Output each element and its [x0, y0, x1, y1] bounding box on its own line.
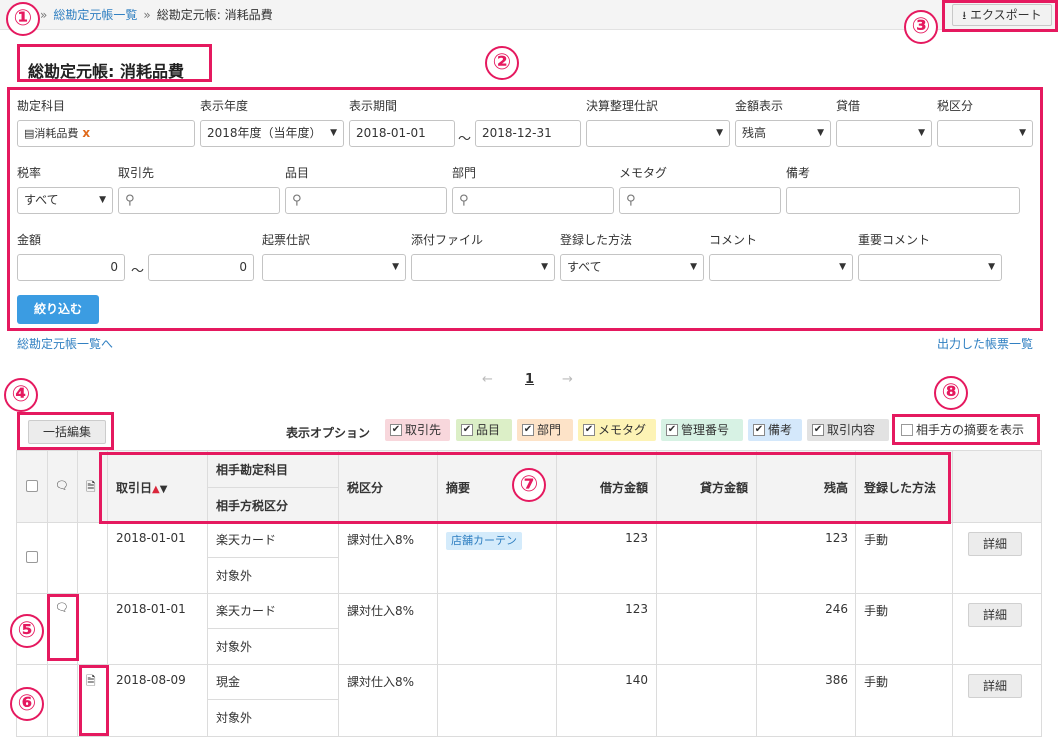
- row-balance: 123: [825, 531, 848, 545]
- row-tax: 課対仕入8%: [347, 675, 415, 689]
- row-date: 2018-01-01: [116, 602, 186, 616]
- attachment-icon: 🗎: [86, 480, 96, 494]
- row-balance: 386: [825, 673, 848, 687]
- breadcrumb-current: 総勘定元帳: 消耗品費: [156, 8, 273, 22]
- row-counter-account: 楽天カード: [216, 533, 277, 547]
- row-debit: 123: [625, 531, 648, 545]
- prev-page-icon[interactable]: ←: [482, 372, 493, 387]
- checkbox-checked[interactable]: ✔: [812, 424, 824, 436]
- row-tax: 課対仕入8%: [347, 533, 415, 547]
- breadcrumb-sep: »: [40, 8, 48, 22]
- row-method: 手動: [864, 533, 889, 547]
- annotation-2: ②: [485, 46, 519, 80]
- highlight-filters: [7, 87, 1043, 331]
- option-memo-tag[interactable]: ✔ メモタグ: [578, 419, 656, 441]
- highlight-export: [942, 0, 1058, 32]
- breadcrumb-ledger-list[interactable]: 総勘定元帳一覧: [53, 8, 137, 22]
- page-number[interactable]: 1: [525, 372, 534, 387]
- row-date: 2018-01-01: [116, 531, 186, 545]
- row-debit: 123: [625, 602, 648, 616]
- option-transaction-content[interactable]: ✔ 取引内容: [807, 419, 889, 441]
- row-tax: 課対仕入8%: [347, 604, 415, 618]
- annotation-5: ⑤: [10, 614, 44, 648]
- display-options-label: 表示オプション: [286, 426, 371, 440]
- annotation-6: ⑥: [10, 687, 44, 721]
- checkbox-checked[interactable]: ✔: [666, 424, 678, 436]
- row-method: 手動: [864, 604, 889, 618]
- option-partner[interactable]: ✔ 取引先: [385, 419, 450, 441]
- checkbox-checked[interactable]: ✔: [753, 424, 765, 436]
- highlight-title: [17, 44, 212, 82]
- breadcrumb-sep: »: [143, 8, 151, 22]
- breadcrumb: ート»総勘定元帳一覧»総勘定元帳: 消耗品費: [10, 6, 273, 23]
- annotation-8: ⑧: [934, 376, 968, 410]
- output-reports-link[interactable]: 出力した帳票一覧: [937, 335, 1033, 352]
- row-debit: 140: [625, 673, 648, 687]
- option-department[interactable]: ✔ 部門: [517, 419, 573, 441]
- row-date: 2018-08-09: [116, 673, 186, 687]
- detail-button[interactable]: 詳細: [968, 674, 1022, 698]
- option-remarks[interactable]: ✔ 備考: [748, 419, 802, 441]
- row-counter-tax: 対象外: [216, 569, 253, 583]
- checkbox-checked[interactable]: ✔: [522, 424, 534, 436]
- row-balance: 246: [825, 602, 848, 616]
- annotation-7: ⑦: [512, 468, 546, 502]
- option-management-number[interactable]: ✔ 管理番号: [661, 419, 743, 441]
- highlight-bulk-edit: [17, 412, 114, 450]
- row-method: 手動: [864, 675, 889, 689]
- detail-button[interactable]: 詳細: [968, 532, 1022, 556]
- row-counter-tax: 対象外: [216, 711, 253, 725]
- pagination: ← 1 →: [480, 372, 580, 390]
- ledger-list-link[interactable]: 総勘定元帳一覧へ: [17, 335, 113, 352]
- annotation-1: ①: [6, 2, 40, 36]
- row-counter-account: 現金: [216, 675, 241, 689]
- detail-button[interactable]: 詳細: [968, 603, 1022, 627]
- annotation-4: ④: [4, 378, 38, 412]
- checkbox-checked[interactable]: ✔: [390, 424, 402, 436]
- row-checkbox[interactable]: [26, 551, 38, 563]
- comment-icon: 🗨: [55, 479, 69, 492]
- row-counter-account: 楽天カード: [216, 604, 277, 618]
- row-summary: 店舗カーテン: [446, 532, 522, 550]
- checkbox-checked[interactable]: ✔: [583, 424, 595, 436]
- highlight-attachment: [79, 665, 109, 736]
- highlight-comment: [47, 594, 79, 661]
- checkbox-checked[interactable]: ✔: [461, 424, 473, 436]
- annotation-3: ③: [904, 10, 938, 44]
- option-item[interactable]: ✔ 品目: [456, 419, 512, 441]
- highlight-partner-summary: [892, 414, 1040, 445]
- select-all-checkbox[interactable]: [26, 480, 38, 492]
- row-counter-tax: 対象外: [216, 640, 253, 654]
- next-page-icon[interactable]: →: [562, 372, 573, 387]
